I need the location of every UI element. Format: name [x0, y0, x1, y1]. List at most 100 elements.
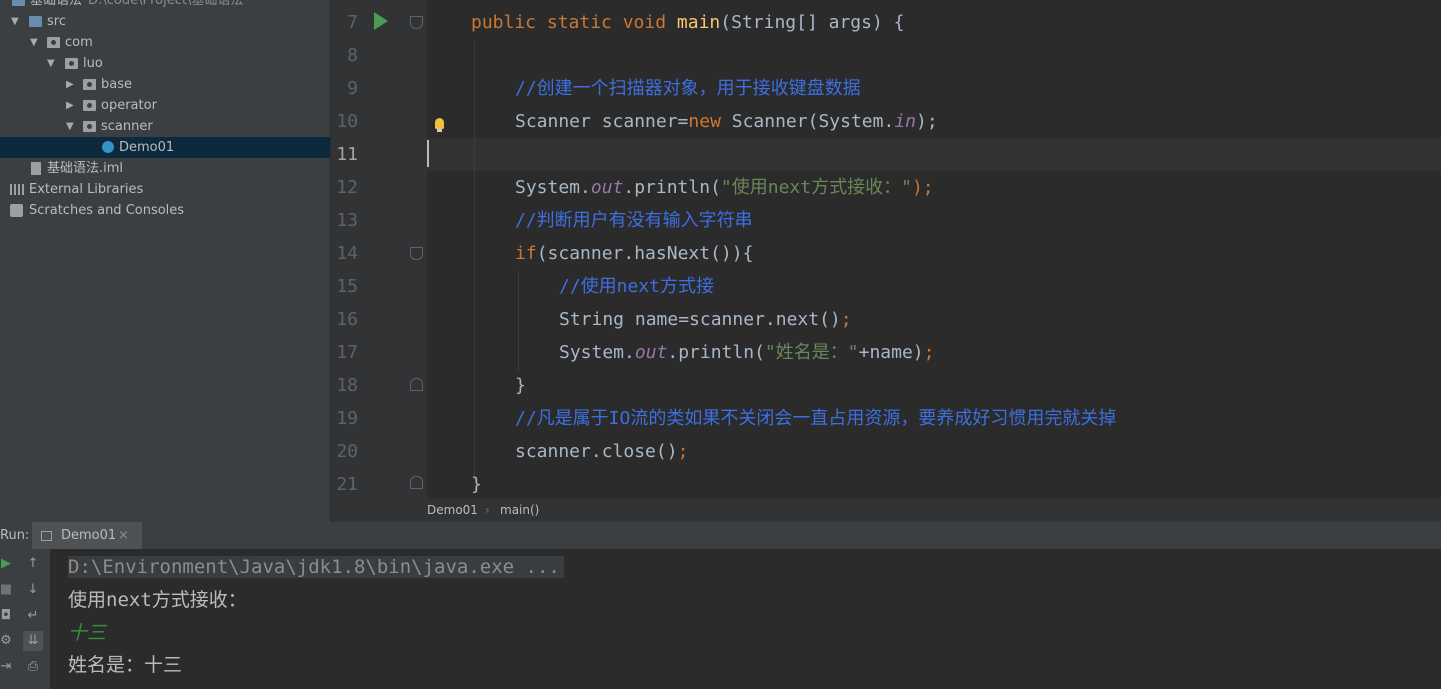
line-number: 8: [347, 45, 358, 66]
package-icon: [47, 37, 60, 48]
print-icon[interactable]: ⎙: [23, 657, 43, 677]
run-config-icon: [41, 531, 52, 541]
current-line-highlight: [427, 138, 1441, 171]
close-icon[interactable]: ×: [118, 522, 129, 549]
package-icon: [83, 121, 96, 132]
line-number: 14: [336, 243, 358, 264]
code-line-14: if(scanner.hasNext()){: [515, 243, 754, 264]
tree-item-src[interactable]: ▼ src: [0, 11, 330, 32]
code-line-7: public static void main(String[] args) {: [471, 12, 905, 33]
line-number: 15: [336, 276, 358, 297]
tree-item-label: 基础语法: [30, 0, 83, 8]
console-output-line: 姓名是：十三: [68, 654, 183, 676]
tree-item-base[interactable]: ▶ base: [0, 74, 330, 95]
tree-item-demo01[interactable]: Demo01: [0, 137, 330, 158]
code-line-20: scanner.close();: [515, 441, 689, 462]
fold-marker-icon[interactable]: [410, 16, 423, 29]
tree-item-com[interactable]: ▼ com: [0, 32, 330, 53]
line-number: 18: [336, 375, 358, 396]
run-tab-label: Demo01: [61, 528, 117, 543]
line-number: 10: [336, 111, 358, 132]
chevron-down-icon[interactable]: ▼: [66, 116, 74, 137]
rerun-icon[interactable]: ▶: [0, 554, 16, 574]
fold-marker-icon[interactable]: [410, 247, 423, 260]
stop-icon[interactable]: ■: [0, 580, 16, 600]
code-line-17: System.out.println("姓名是："+name);: [559, 342, 935, 363]
tree-item-scratches[interactable]: Scratches and Consoles: [0, 200, 330, 221]
project-path-hint: D:\code\Project\基础语法: [88, 0, 244, 8]
login-icon[interactable]: ⇥: [0, 657, 16, 677]
line-number: 16: [336, 309, 358, 330]
code-line-16: String name=scanner.next();: [559, 309, 852, 330]
tree-item-label: com: [65, 35, 93, 50]
run-tool-window-header: Run: Demo01 ×: [0, 522, 1441, 549]
arrow-up-icon[interactable]: ↑: [23, 554, 43, 574]
scratches-icon: [10, 204, 23, 217]
chevron-down-icon[interactable]: ▼: [47, 53, 55, 74]
tree-item-luo[interactable]: ▼ luo: [0, 53, 330, 74]
line-number: 21: [336, 474, 358, 495]
console-output[interactable]: D:\Environment\Java\jdk1.8\bin\java.exe …: [50, 549, 1441, 689]
camera-icon[interactable]: ◘: [0, 606, 16, 626]
code-line-19: //凡是属于IO流的类如果不关闭会一直占用资源，要养成好习惯用完就关掉: [515, 408, 1117, 429]
tree-item-label: External Libraries: [29, 182, 144, 197]
run-toolbar: ▶ ↑ ■ ↓ ◘ ↵ ⚙ ⇊ ⇥ ⎙: [0, 549, 50, 689]
settings-icon[interactable]: ⚙: [0, 631, 16, 651]
breadcrumb: Demo01 › main(): [331, 499, 1441, 522]
tree-item-iml[interactable]: 基础语法.iml: [0, 158, 330, 179]
line-number: 7: [347, 12, 358, 33]
chevron-down-icon[interactable]: ▼: [30, 32, 38, 53]
breadcrumb-separator-icon: ›: [485, 503, 490, 517]
code-editor[interactable]: 7 8 9 10 11 12 13 14 15 16 17 18 19 20 2…: [331, 0, 1441, 499]
package-icon: [65, 58, 78, 69]
code-line-13: //判断用户有没有输入字符串: [515, 210, 753, 231]
tree-item-label: operator: [101, 98, 157, 113]
lightbulb-icon[interactable]: [435, 118, 444, 132]
chevron-right-icon[interactable]: ▶: [66, 95, 74, 116]
scroll-to-end-icon[interactable]: ⇊: [23, 631, 43, 651]
line-number: 9: [347, 78, 358, 99]
source-folder-icon: [29, 16, 42, 27]
tree-item-label: base: [101, 77, 132, 92]
project-tool-window: 基础语法 D:\code\Project\基础语法 ▼ src ▼ com ▼ l…: [0, 0, 330, 522]
fold-marker-icon[interactable]: [410, 378, 423, 391]
fold-marker-icon[interactable]: [410, 476, 423, 489]
console-user-input: 十三: [68, 622, 107, 644]
console-prompt-line: 使用next方式接收：: [68, 589, 247, 611]
tree-item-project-root[interactable]: 基础语法 D:\code\Project\基础语法: [0, 0, 330, 11]
code-line-15: //使用next方式接: [559, 276, 715, 297]
line-number: 19: [336, 408, 358, 429]
iml-file-icon: [31, 162, 41, 175]
package-icon: [83, 79, 96, 90]
code-line-10: Scanner scanner=new Scanner(System.in);: [515, 111, 938, 132]
text-caret: [427, 140, 429, 167]
chevron-down-icon[interactable]: ▼: [11, 11, 19, 32]
code-line-12: System.out.println("使用next方式接收：");: [515, 177, 934, 198]
arrow-down-icon[interactable]: ↓: [23, 580, 43, 600]
tree-item-scanner[interactable]: ▼ scanner: [0, 116, 330, 137]
tree-item-label: 基础语法.iml: [47, 161, 124, 176]
code-line-18: }: [515, 375, 526, 396]
soft-wrap-icon[interactable]: ↵: [23, 606, 43, 626]
indent-guide: [518, 271, 519, 371]
tree-item-label: Scratches and Consoles: [29, 203, 185, 218]
tree-item-label: src: [47, 14, 66, 29]
indent-guide: [474, 40, 475, 480]
tree-item-label: luo: [83, 56, 103, 71]
package-icon: [83, 100, 96, 111]
run-play-icon[interactable]: [374, 12, 388, 30]
code-line-9: //创建一个扫描器对象，用于接收键盘数据: [515, 78, 861, 99]
line-number: 17: [336, 342, 358, 363]
line-number: 12: [336, 177, 358, 198]
line-number: 13: [336, 210, 358, 231]
line-number: 20: [336, 441, 358, 462]
tree-item-external-libraries[interactable]: External Libraries: [0, 179, 330, 200]
chevron-right-icon[interactable]: ▶: [66, 74, 74, 95]
line-number: 11: [336, 144, 358, 165]
breadcrumb-item-class[interactable]: Demo01: [427, 499, 478, 522]
tree-item-operator[interactable]: ▶ operator: [0, 95, 330, 116]
run-tab-demo01[interactable]: Demo01 ×: [32, 522, 142, 549]
code-line-21: }: [471, 474, 482, 495]
java-class-icon: [102, 141, 114, 153]
breadcrumb-item-method[interactable]: main(): [500, 499, 539, 522]
